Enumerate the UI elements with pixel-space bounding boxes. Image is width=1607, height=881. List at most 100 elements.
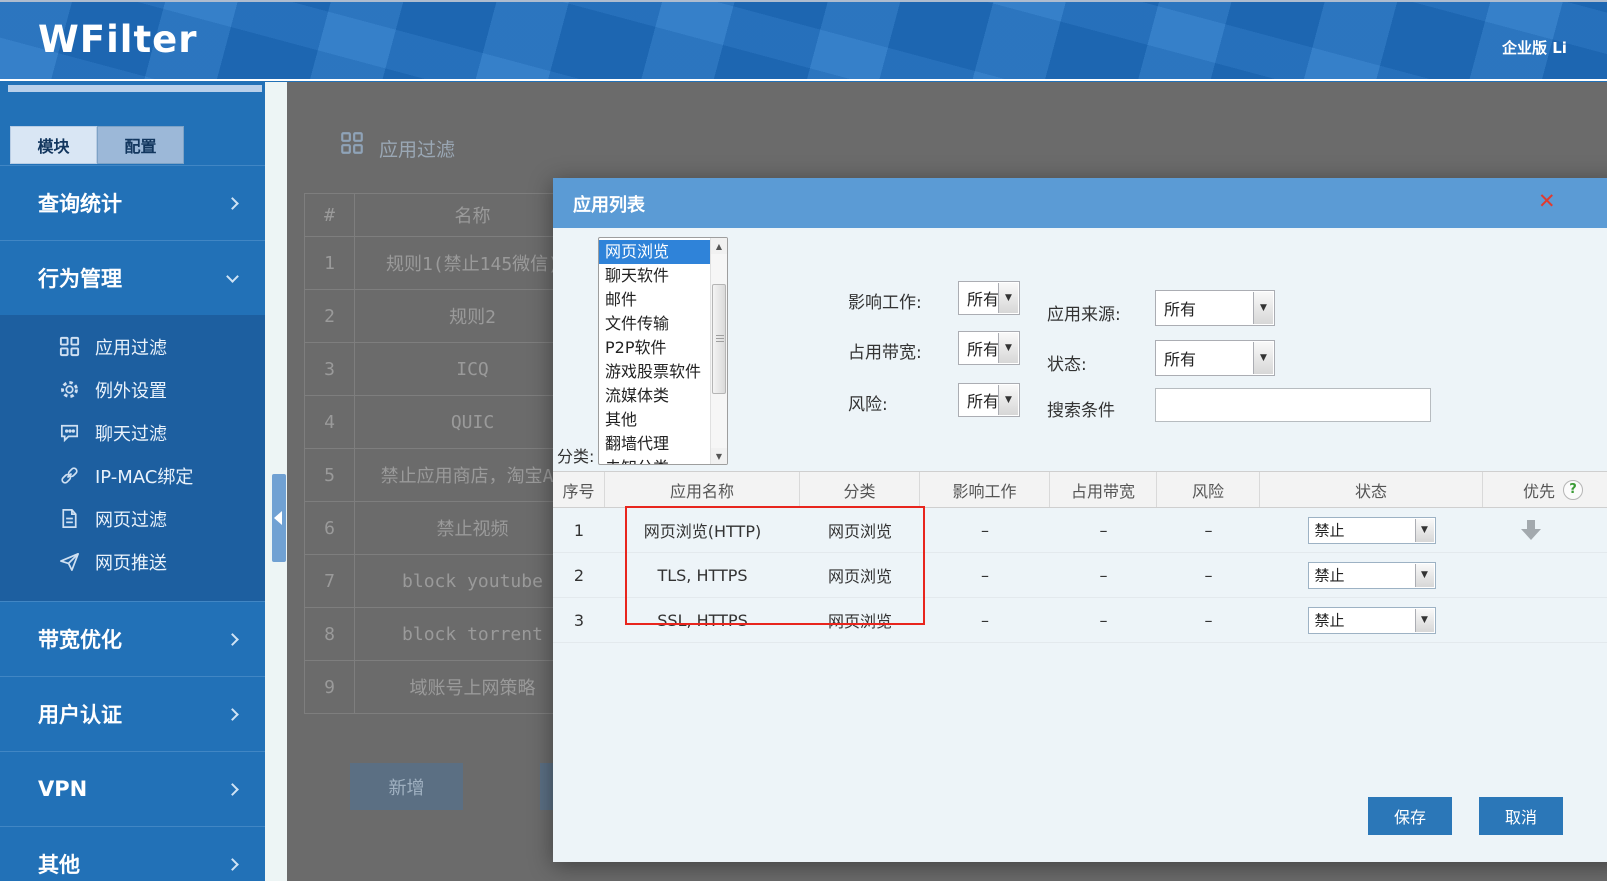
list-item[interactable]: 流媒体类 <box>599 384 711 408</box>
col-risk: 风险 <box>1157 472 1260 507</box>
sidebar-item-web-filter[interactable]: 网页过滤 <box>0 497 265 540</box>
sidebar-item-vpn[interactable]: VPN <box>0 751 265 826</box>
sidebar-accent-bar <box>8 85 262 92</box>
listbox-scrollbar[interactable]: ▲ ▼ <box>710 238 727 464</box>
bandwidth-filter-label: 占用带宽: <box>848 343 922 363</box>
sidebar-item-app-filter[interactable]: 应用过滤 <box>0 325 265 368</box>
app-filter-grid-icon <box>339 130 365 160</box>
sidebar-nav: 查询统计 行为管理 应用过滤 例外设置 聊天过滤 IP-MAC绑定 网页过滤 网… <box>0 165 265 881</box>
behavior-submenu: 应用过滤 例外设置 聊天过滤 IP-MAC绑定 网页过滤 网页推送 <box>0 315 265 601</box>
sidebar-item-bandwidth[interactable]: 带宽优化 <box>0 601 265 676</box>
sidebar-collapse-handle[interactable] <box>272 474 286 562</box>
sidebar-item-chat-filter[interactable]: 聊天过滤 <box>0 411 265 454</box>
search-label: 搜索条件 <box>1047 401 1115 421</box>
list-item[interactable]: 网页浏览 <box>599 240 711 264</box>
save-button[interactable]: 保存 <box>1368 797 1452 835</box>
sidebar-item-user-auth[interactable]: 用户认证 <box>0 676 265 751</box>
col-category: 分类 <box>800 472 920 507</box>
chevron-down-icon: ▼ <box>1414 608 1434 632</box>
app-table-header: 序号 应用名称 分类 影响工作 占用带宽 风险 状态 优先 ? <box>553 471 1607 508</box>
search-input[interactable] <box>1155 388 1431 422</box>
grid-icon <box>59 336 80 357</box>
dialog-header: 应用列表 ✕ <box>553 178 1607 228</box>
app-header: WFilter 企业版 Li <box>0 0 1607 81</box>
chevron-down-icon <box>226 269 239 283</box>
tab-config[interactable]: 配置 <box>97 126 184 164</box>
table-row: 2 TLS, HTTPS 网页浏览 – – – 禁止 ▼ <box>553 553 1607 598</box>
dialog-title: 应用列表 <box>573 195 645 216</box>
chevron-right-icon <box>226 782 239 796</box>
category-listbox[interactable]: 网页浏览 聊天软件 邮件 文件传输 P2P软件 游戏股票软件 流媒体类 其他 翻… <box>598 237 728 465</box>
screen: 应用过滤 # 名称 1 规则1(禁止145微信) 2 规则2 3 ICQ 4 QUIC … <box>0 0 1607 881</box>
send-icon <box>60 552 79 571</box>
chat-icon <box>60 424 79 443</box>
sidebar-item-behavior-mgmt[interactable]: 行为管理 <box>0 240 265 315</box>
chevron-down-icon: ▼ <box>998 283 1018 313</box>
row-status-select[interactable]: 禁止 ▼ <box>1307 606 1436 634</box>
list-item[interactable]: 文件传输 <box>599 312 711 336</box>
app-logo: WFilter <box>38 18 198 61</box>
app-list-dialog: 应用列表 ✕ 网页浏览 聊天软件 邮件 文件传输 P2P软件 游戏股票软件 流媒… <box>553 178 1607 862</box>
impact-filter-select[interactable]: 所有 ▼ <box>958 281 1020 315</box>
col-bandwidth: 占用带宽 <box>1050 472 1157 507</box>
col-impact: 影响工作 <box>920 472 1050 507</box>
priority-down-arrow-icon[interactable] <box>1519 519 1543 541</box>
category-list: 网页浏览 聊天软件 邮件 文件传输 P2P软件 游戏股票软件 流媒体类 其他 翻… <box>599 240 711 464</box>
help-icon[interactable]: ? <box>1563 479 1583 500</box>
category-label: 分类: <box>557 447 595 466</box>
close-icon[interactable]: ✕ <box>1538 189 1556 213</box>
source-filter-label: 应用来源: <box>1047 305 1121 325</box>
list-item[interactable]: 其他 <box>599 408 711 432</box>
risk-filter-select[interactable]: 所有 ▼ <box>958 383 1020 417</box>
list-item[interactable]: 未知分类 <box>599 456 711 464</box>
source-filter-select[interactable]: 所有 ▼ <box>1155 290 1275 326</box>
top-strip <box>0 0 1607 2</box>
impact-filter-label: 影响工作: <box>848 293 922 313</box>
col-app-name: 应用名称 <box>605 472 800 507</box>
col-no: 序号 <box>553 472 605 507</box>
list-item[interactable]: P2P软件 <box>599 336 711 360</box>
link-icon <box>61 467 78 484</box>
chevron-right-icon <box>226 857 239 871</box>
status-filter-select[interactable]: 所有 ▼ <box>1155 340 1275 376</box>
chevron-down-icon: ▼ <box>1414 518 1434 542</box>
bandwidth-filter-select[interactable]: 所有 ▼ <box>958 331 1020 365</box>
chevron-down-icon: ▼ <box>1253 292 1273 324</box>
list-item[interactable]: 邮件 <box>599 288 711 312</box>
col-status: 状态 <box>1260 472 1483 507</box>
webpage-icon <box>62 509 77 528</box>
list-item[interactable]: 游戏股票软件 <box>599 360 711 384</box>
chevron-down-icon: ▼ <box>1253 342 1273 374</box>
sidebar-item-exceptions[interactable]: 例外设置 <box>0 368 265 411</box>
col-priority: 优先 ? <box>1483 472 1607 507</box>
scroll-up-icon[interactable]: ▲ <box>711 238 727 254</box>
chevron-right-icon <box>226 707 239 721</box>
chevron-down-icon: ▼ <box>998 333 1018 363</box>
sidebar-tabs: 模块 配置 <box>10 126 184 164</box>
sidebar-item-other[interactable]: 其他 <box>0 826 265 881</box>
row-status-select[interactable]: 禁止 ▼ <box>1307 561 1436 589</box>
sidebar-item-web-push[interactable]: 网页推送 <box>0 540 265 583</box>
add-button: 新增 <box>350 763 463 810</box>
tab-module[interactable]: 模块 <box>10 126 97 164</box>
risk-filter-label: 风险: <box>848 395 888 415</box>
gear-icon <box>61 381 78 398</box>
app-table: 序号 应用名称 分类 影响工作 占用带宽 风险 状态 优先 ? 1 网页浏览(H… <box>553 471 1607 643</box>
sidebar-item-query-stats[interactable]: 查询统计 <box>0 165 265 240</box>
col-number: # <box>305 194 355 236</box>
sidebar-item-ip-mac-binding[interactable]: IP-MAC绑定 <box>0 454 265 497</box>
scroll-down-icon[interactable]: ▼ <box>711 448 727 464</box>
chevron-right-icon <box>226 632 239 646</box>
list-item[interactable]: 聊天软件 <box>599 264 711 288</box>
background-page-title: 应用过滤 <box>379 139 456 161</box>
cancel-button[interactable]: 取消 <box>1479 797 1563 835</box>
table-row: 1 网页浏览(HTTP) 网页浏览 – – – 禁止 ▼ <box>553 508 1607 553</box>
edition-label: 企业版 Li <box>1502 39 1567 57</box>
list-item[interactable]: 翻墙代理 <box>599 432 711 456</box>
chevron-down-icon: ▼ <box>1414 563 1434 587</box>
sidebar: 模块 配置 查询统计 行为管理 应用过滤 例外设置 聊天过滤 IP-MAC绑定 … <box>0 81 265 881</box>
row-status-select[interactable]: 禁止 ▼ <box>1307 516 1436 544</box>
status-filter-label: 状态: <box>1047 355 1087 375</box>
scrollbar-thumb[interactable] <box>712 284 726 394</box>
chevron-down-icon: ▼ <box>998 385 1018 415</box>
